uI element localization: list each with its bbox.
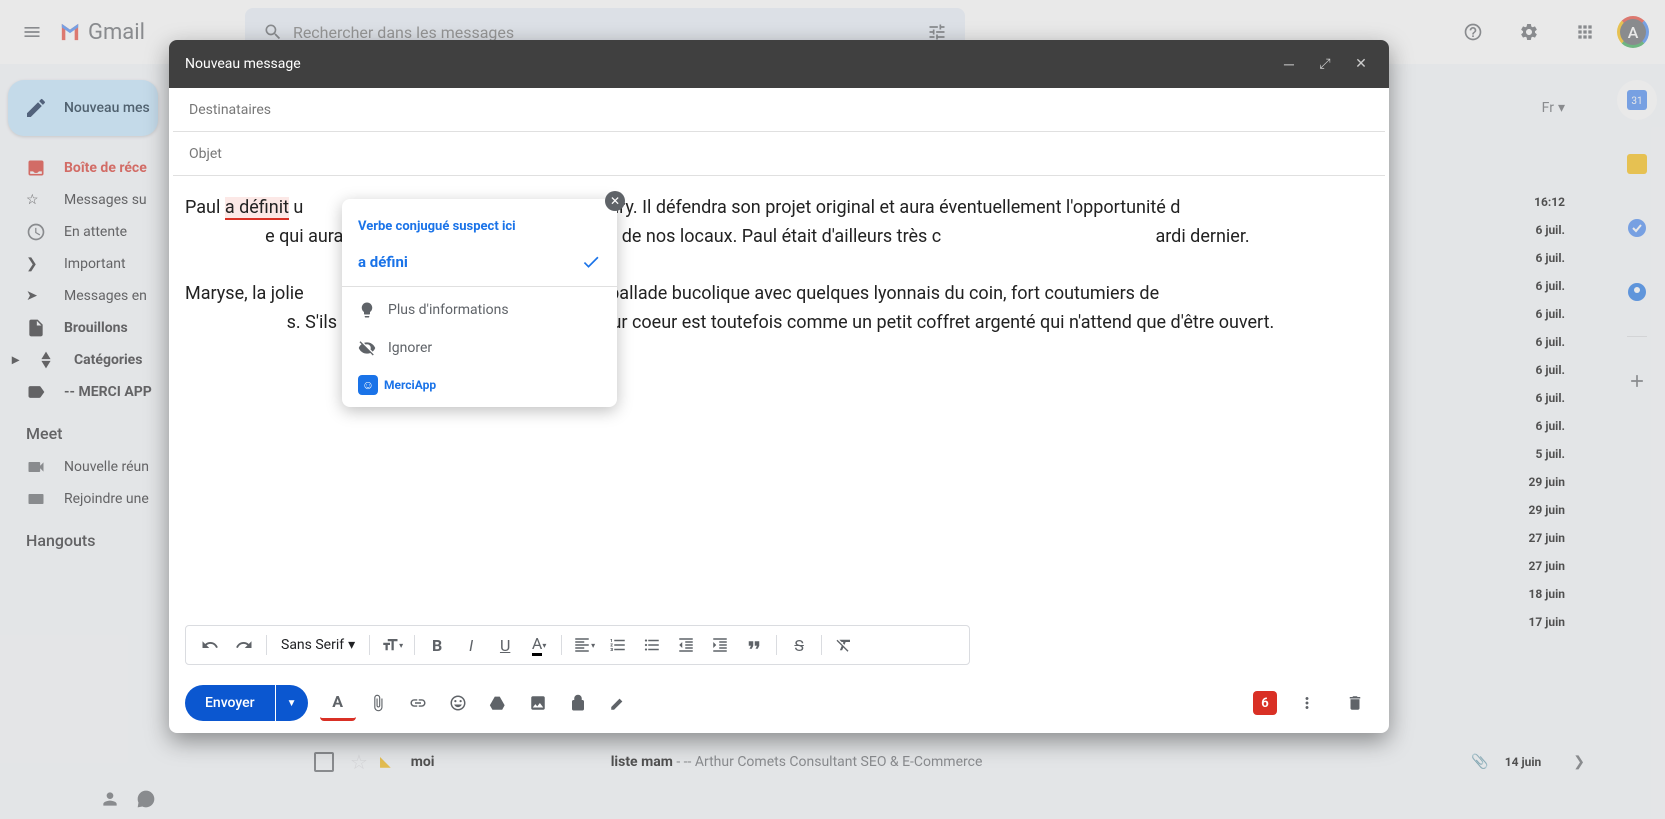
subject-field[interactable]: Objet xyxy=(173,132,1385,176)
compose-actions: Envoyer ▼ A 6 xyxy=(169,673,1389,733)
confidential-button[interactable] xyxy=(560,685,596,721)
popup-brand: ☺ MerciApp xyxy=(342,367,617,399)
send-more-button[interactable]: ▼ xyxy=(276,685,308,721)
minimize-button[interactable]: ─ xyxy=(1277,52,1301,76)
underline-button[interactable]: U xyxy=(489,629,521,661)
discard-button[interactable] xyxy=(1337,685,1373,721)
signature-button[interactable] xyxy=(600,685,636,721)
bold-button[interactable]: B xyxy=(421,629,453,661)
popup-close-button[interactable]: ✕ xyxy=(605,191,625,211)
popup-header: Verbe conjugué suspect ici xyxy=(342,207,617,242)
bullet-list-button[interactable] xyxy=(636,629,668,661)
chevron-down-icon: ▾ xyxy=(348,637,355,653)
send-button[interactable]: Envoyer xyxy=(185,685,275,721)
italic-button[interactable]: I xyxy=(455,629,487,661)
indent-button[interactable] xyxy=(704,629,736,661)
merci-logo-icon: ☺ xyxy=(358,375,378,395)
attach-button[interactable] xyxy=(360,685,396,721)
check-icon xyxy=(581,252,601,272)
format-toolbar: Sans Serif ▾ ▾ B I U A▾ ▾ S xyxy=(185,625,970,665)
expand-button[interactable]: ⤢ xyxy=(1313,52,1337,76)
grammar-suggestion[interactable]: a défini xyxy=(342,242,617,282)
numbered-list-button[interactable] xyxy=(602,629,634,661)
quote-button[interactable] xyxy=(738,629,770,661)
redo-button[interactable] xyxy=(228,629,260,661)
text-color-button[interactable]: A▾ xyxy=(523,629,555,661)
strikethrough-button[interactable]: S xyxy=(783,629,815,661)
clear-format-button[interactable] xyxy=(828,629,860,661)
popup-brand-name[interactable]: MerciApp xyxy=(384,378,436,392)
compose-title: Nouveau message xyxy=(185,56,301,72)
link-button[interactable] xyxy=(400,685,436,721)
error-count-badge[interactable]: 6 xyxy=(1253,691,1277,715)
compose-header: Nouveau message ─ ⤢ ✕ xyxy=(169,40,1389,88)
font-size-button[interactable]: ▾ xyxy=(376,629,408,661)
lightbulb-icon xyxy=(358,301,376,319)
emoji-button[interactable] xyxy=(440,685,476,721)
popup-more-info[interactable]: Plus d'informations xyxy=(342,291,617,329)
popup-ignore[interactable]: Ignorer xyxy=(342,329,617,367)
drive-button[interactable] xyxy=(480,685,516,721)
more-options-button[interactable] xyxy=(1289,685,1325,721)
grammar-error[interactable]: a définit xyxy=(225,197,289,220)
grammar-popup: ✕ Verbe conjugué suspect ici a défini Pl… xyxy=(342,199,617,407)
close-button[interactable]: ✕ xyxy=(1349,52,1373,76)
visibility-off-icon xyxy=(358,339,376,357)
outdent-button[interactable] xyxy=(670,629,702,661)
image-button[interactable] xyxy=(520,685,556,721)
font-format-button[interactable]: A xyxy=(320,685,356,721)
undo-button[interactable] xyxy=(194,629,226,661)
recipients-field[interactable]: Destinataires xyxy=(173,88,1385,132)
font-family-select[interactable]: Sans Serif ▾ xyxy=(273,637,363,653)
align-button[interactable]: ▾ xyxy=(568,629,600,661)
chevron-down-icon: ▼ xyxy=(287,698,297,709)
